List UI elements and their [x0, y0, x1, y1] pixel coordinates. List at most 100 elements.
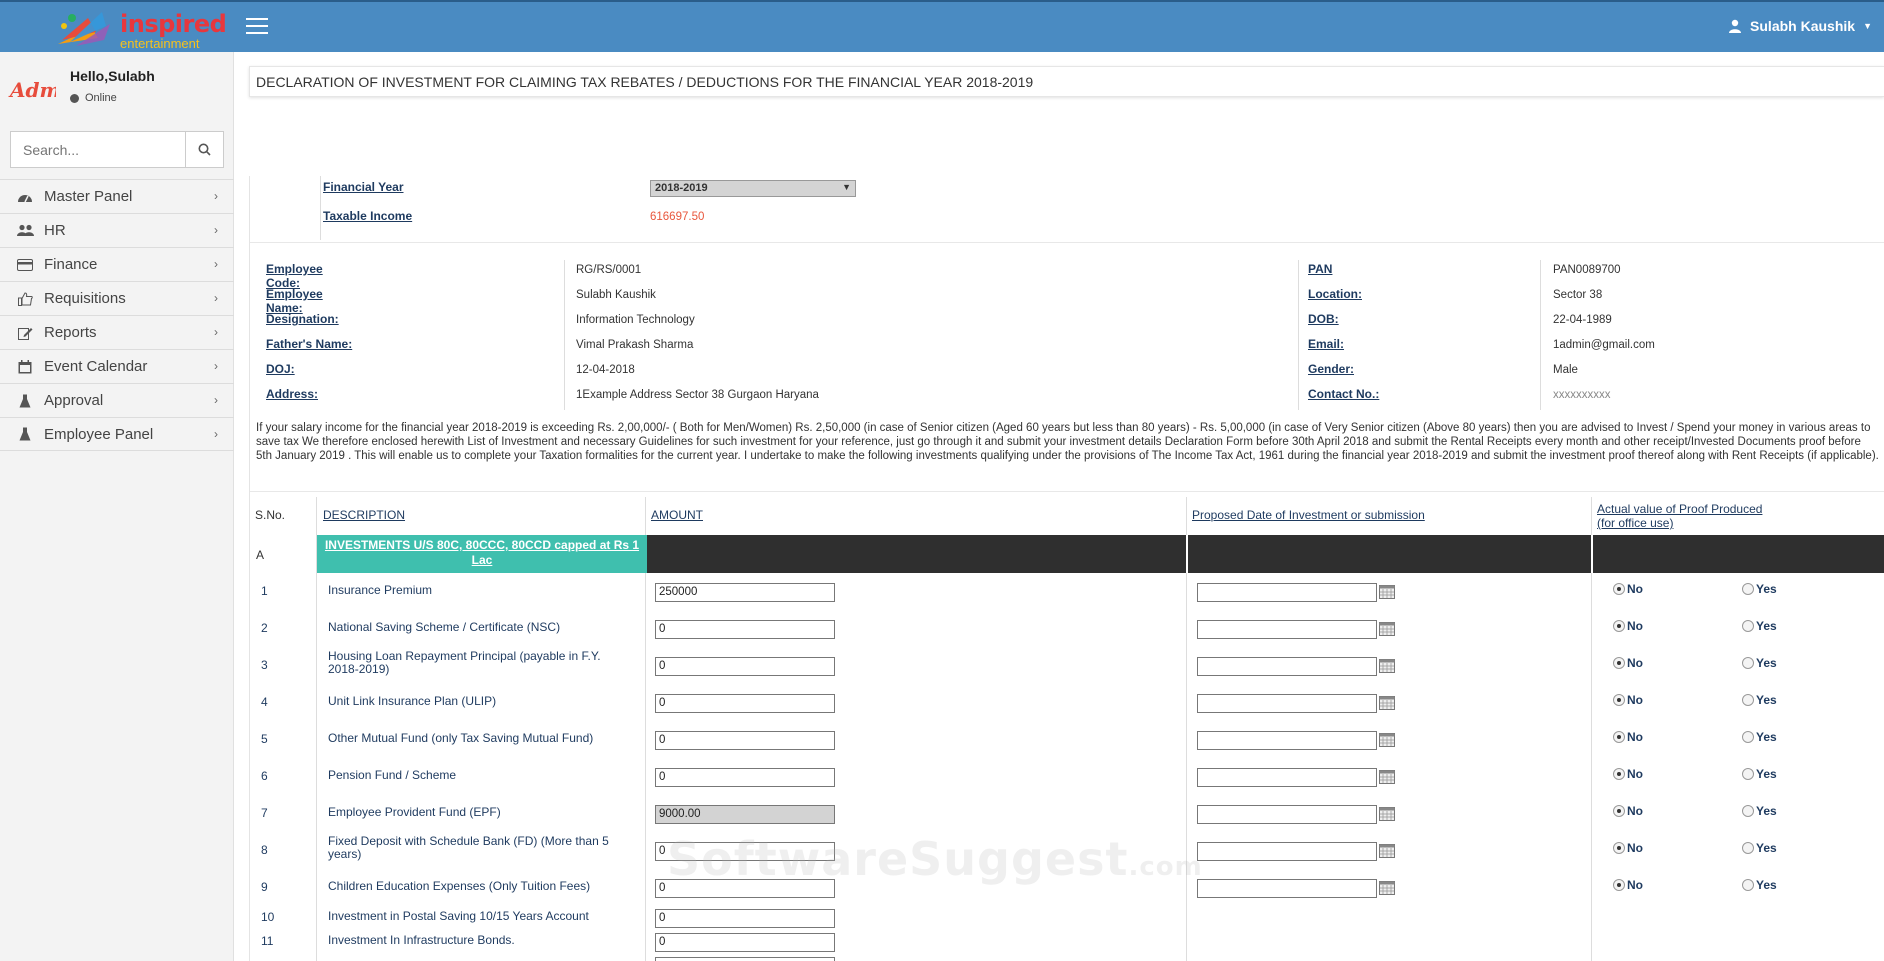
- yes-radio[interactable]: Yes: [1742, 804, 1777, 818]
- financial-year-value: 2018-2019: [655, 182, 708, 194]
- sidebar-item-label: Approval: [44, 392, 104, 409]
- yes-radio[interactable]: Yes: [1742, 693, 1777, 707]
- yes-radio[interactable]: Yes: [1742, 656, 1777, 670]
- header-amount: AMOUNT: [651, 508, 703, 522]
- radio-on-icon: [1613, 842, 1625, 854]
- table-row: 5 Other Mutual Fund (only Tax Saving Mut…: [250, 722, 1884, 759]
- date-input[interactable]: [1197, 657, 1377, 676]
- yes-radio[interactable]: Yes: [1742, 730, 1777, 744]
- calendar-icon[interactable]: [1379, 733, 1395, 747]
- row-description: Insurance Premium: [328, 583, 433, 597]
- row-description: Pension Fund / Scheme: [328, 768, 457, 782]
- row-sno: 7: [261, 806, 268, 820]
- date-input[interactable]: [1197, 620, 1377, 639]
- taxable-income-value: 616697.50: [650, 211, 705, 223]
- table-row: 10 Investment in Postal Saving 10/15 Yea…: [250, 906, 1884, 930]
- row-description: National Saving Scheme / Certificate (NS…: [328, 620, 561, 634]
- calendar-icon[interactable]: [1379, 807, 1395, 821]
- sidebar-item-requisitions[interactable]: Requisitions ›: [0, 281, 234, 315]
- amount-input[interactable]: 0: [655, 620, 835, 639]
- flask-icon: [16, 426, 34, 442]
- yes-radio[interactable]: Yes: [1742, 767, 1777, 781]
- date-input[interactable]: [1197, 731, 1377, 750]
- divider: [1540, 260, 1541, 410]
- amount-input[interactable]: 0: [655, 731, 835, 750]
- row-sno: 6: [261, 769, 268, 783]
- radio-off-icon: [1742, 731, 1754, 743]
- date-input[interactable]: [1197, 583, 1377, 602]
- calendar-icon[interactable]: [1379, 696, 1395, 710]
- row-description: Investment in Postal Saving 10/15 Years …: [328, 909, 589, 923]
- no-label: No: [1627, 656, 1643, 670]
- search-button[interactable]: [186, 131, 224, 168]
- edit-icon: [16, 325, 34, 341]
- brand-tagline: entertainment: [120, 36, 200, 51]
- dashboard-icon: [16, 189, 34, 205]
- no-radio[interactable]: No: [1613, 693, 1643, 707]
- sidebar-item-approval[interactable]: Approval ›: [0, 383, 234, 417]
- calendar-icon[interactable]: [1379, 659, 1395, 673]
- date-input[interactable]: [1197, 879, 1377, 898]
- chevron-right-icon: ›: [214, 291, 218, 305]
- no-radio[interactable]: No: [1613, 730, 1643, 744]
- user-name: Sulabh Kaushik: [1750, 18, 1856, 34]
- yes-label: Yes: [1756, 693, 1777, 707]
- financial-year-select[interactable]: 2018-2019 ▼: [650, 180, 856, 197]
- amount-input[interactable]: 0: [655, 694, 835, 713]
- employee-name-label: Employee Name:: [266, 287, 323, 315]
- no-radio[interactable]: No: [1613, 582, 1643, 596]
- table-row: 11 Investment In Infrastructure Bonds. 0: [250, 930, 1884, 954]
- yes-radio[interactable]: Yes: [1742, 582, 1777, 596]
- menu-toggle-icon[interactable]: [246, 18, 268, 36]
- calendar-icon: [16, 359, 34, 375]
- page-title: DECLARATION OF INVESTMENT FOR CLAIMING T…: [256, 74, 1034, 90]
- no-radio[interactable]: No: [1613, 767, 1643, 781]
- user-profile: Admin Hello,Sulabh Online: [8, 66, 228, 116]
- taxable-income-label: Taxable Income: [323, 209, 413, 223]
- no-radio[interactable]: No: [1613, 619, 1643, 633]
- header-sno: S.No.: [255, 508, 286, 522]
- amount-input[interactable]: 0: [655, 657, 835, 676]
- amount-input[interactable]: 0: [655, 933, 835, 952]
- calendar-icon[interactable]: [1379, 585, 1395, 599]
- amount-input[interactable]: 250000: [655, 583, 835, 602]
- no-radio[interactable]: No: [1613, 804, 1643, 818]
- no-radio[interactable]: No: [1613, 656, 1643, 670]
- sidebar-item-label: Requisitions: [44, 290, 126, 307]
- sidebar-item-finance[interactable]: Finance ›: [0, 247, 234, 281]
- calendar-icon[interactable]: [1379, 844, 1395, 858]
- sidebar-item-master-panel[interactable]: Master Panel ›: [0, 179, 234, 213]
- date-input[interactable]: [1197, 694, 1377, 713]
- no-radio[interactable]: No: [1613, 841, 1643, 855]
- calendar-icon[interactable]: [1379, 881, 1395, 895]
- logo-mark-icon: [58, 12, 110, 46]
- yes-radio[interactable]: Yes: [1742, 619, 1777, 633]
- amount-input[interactable]: 0: [655, 768, 835, 787]
- yes-label: Yes: [1756, 656, 1777, 670]
- yes-radio[interactable]: Yes: [1742, 878, 1777, 892]
- yes-radio[interactable]: Yes: [1742, 841, 1777, 855]
- date-input[interactable]: [1197, 842, 1377, 861]
- section-title[interactable]: INVESTMENTS U/S 80C, 80CCC, 80CCD capped…: [317, 535, 647, 573]
- brand-logo[interactable]: inspired entertainment: [52, 6, 227, 51]
- sidebar-item-event-calendar[interactable]: Event Calendar ›: [0, 349, 234, 383]
- sidebar-item-employee-panel[interactable]: Employee Panel ›: [0, 417, 234, 451]
- no-radio[interactable]: No: [1613, 878, 1643, 892]
- sidebar-item-hr[interactable]: HR ›: [0, 213, 234, 247]
- employee-code-label: Employee Code:: [266, 262, 323, 290]
- search-input[interactable]: [10, 131, 186, 168]
- amount-input-partial[interactable]: [655, 957, 835, 961]
- caret-down-icon: ▼: [1863, 21, 1872, 31]
- sidebar-item-reports[interactable]: Reports ›: [0, 315, 234, 349]
- user-menu[interactable]: Sulabh Kaushik ▼: [1728, 18, 1872, 34]
- no-label: No: [1627, 582, 1643, 596]
- date-input[interactable]: [1197, 805, 1377, 824]
- yes-label: Yes: [1756, 730, 1777, 744]
- calendar-icon[interactable]: [1379, 770, 1395, 784]
- fathers-name-value: Vimal Prakash Sharma: [576, 339, 694, 351]
- calendar-icon[interactable]: [1379, 622, 1395, 636]
- radio-off-icon: [1742, 879, 1754, 891]
- sidebar-item-label: Finance: [44, 256, 98, 273]
- date-input[interactable]: [1197, 768, 1377, 787]
- amount-input[interactable]: 0: [655, 909, 835, 928]
